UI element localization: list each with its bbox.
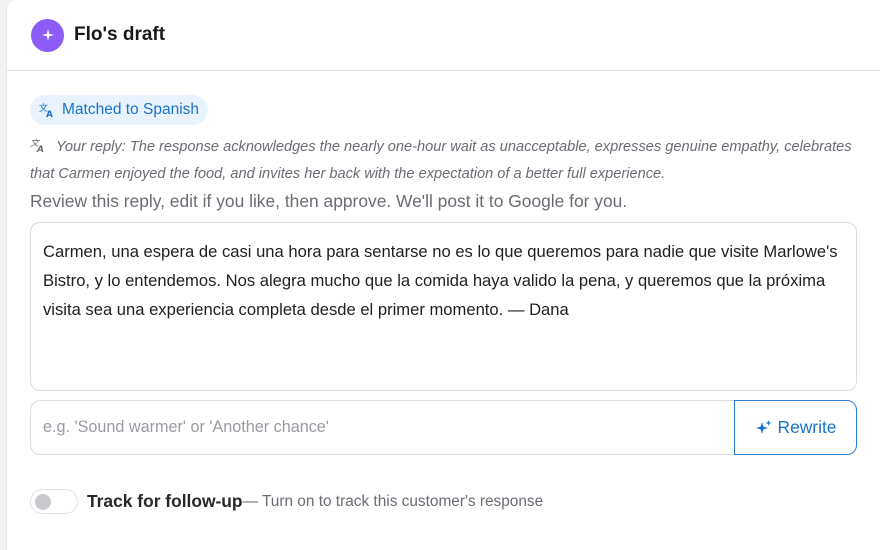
reply-summary-text: Your reply: The response acknowledges th… [30, 139, 852, 182]
follow-up-row: Track for follow-up — Turn on to track t… [30, 489, 880, 514]
follow-up-hint: — Turn on to track this customer's respo… [242, 492, 544, 510]
card-body: 文 A Matched to Spanish 文 A Your reply: T… [7, 71, 880, 514]
instructions-text: Review this reply, edit if you like, the… [30, 191, 628, 211]
svg-text:A: A [46, 110, 53, 118]
draft-card: Flo's draft 文 A Matched to Spanish 文 A Y… [6, 0, 880, 550]
page-title: Flo's draft [74, 24, 166, 45]
reply-textarea[interactable]: Carmen, una espera de casi una hora para… [30, 222, 857, 391]
follow-up-toggle[interactable] [30, 489, 78, 514]
svg-text:A: A [36, 145, 44, 153]
rewrite-row: Rewrite [30, 400, 857, 455]
translate-icon: 文 A [30, 137, 56, 162]
card-header: Flo's draft [7, 0, 880, 71]
follow-up-label: Track for follow-up [87, 491, 243, 511]
sparkle-logo-icon [31, 18, 64, 52]
rewrite-instruction-input[interactable] [30, 400, 734, 455]
language-badge: 文 A Matched to Spanish [30, 95, 209, 125]
sparkle-icon [755, 420, 772, 434]
toggle-knob [35, 494, 51, 510]
rewrite-button-label: Rewrite [777, 417, 837, 437]
rewrite-button[interactable]: Rewrite [734, 400, 857, 455]
translate-icon: 文 A [39, 102, 53, 118]
reply-summary: 文 A Your reply: The response acknowledge… [30, 135, 860, 187]
language-badge-label: Matched to Spanish [62, 101, 200, 118]
